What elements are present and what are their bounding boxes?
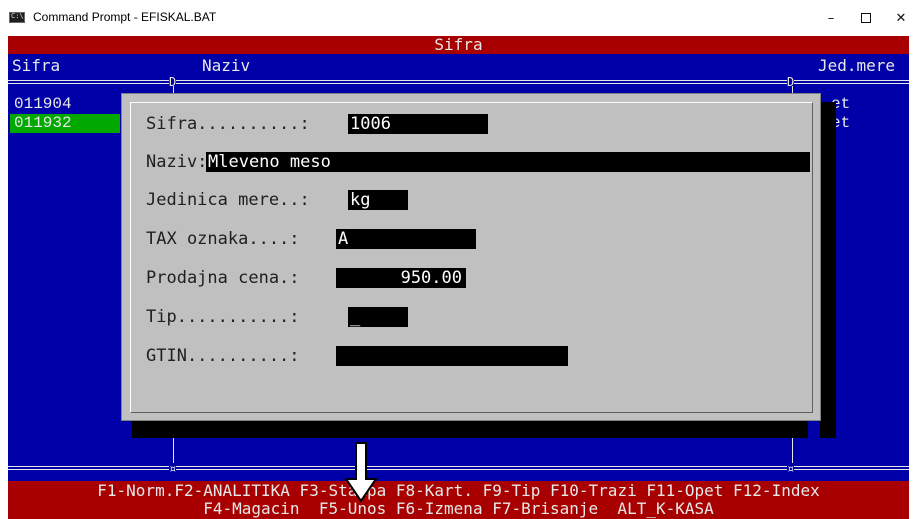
- maximize-button[interactable]: [848, 4, 884, 32]
- field-label-sifra: Sifra..........:: [146, 114, 310, 134]
- table-row-selected[interactable]: 011932: [10, 114, 120, 133]
- divider-junction: ¤: [169, 462, 177, 476]
- field-label-tax: TAX oznaka....:: [146, 229, 300, 249]
- divider-junction: D: [787, 75, 795, 89]
- close-icon: ✕: [895, 10, 907, 26]
- gtin-input[interactable]: [336, 346, 568, 366]
- field-label-jedinica: Jedinica mere..:: [146, 190, 310, 210]
- minimize-button[interactable]: –: [813, 4, 849, 32]
- header-bar: Sifra: [8, 36, 909, 54]
- window-frame: [909, 36, 917, 519]
- top-divider: [8, 80, 909, 84]
- divider-junction: ¤: [787, 462, 795, 476]
- column-header-naziv: Naziv: [202, 56, 251, 75]
- tip-input[interactable]: _: [348, 307, 408, 327]
- column-header-sifra: Sifra: [12, 56, 61, 75]
- item-edit-dialog: Sifra..........: 1006 Naziv: Mleveno mes…: [121, 93, 821, 421]
- minimize-icon: –: [827, 10, 835, 26]
- bottom-divider: [8, 466, 909, 470]
- maximize-icon: [861, 13, 871, 23]
- tax-oznaka-input[interactable]: A: [336, 229, 476, 249]
- field-label-cena: Prodajna cena.:: [146, 268, 300, 288]
- jedinica-mere-input[interactable]: kg: [348, 190, 408, 210]
- close-button[interactable]: ✕: [883, 4, 917, 32]
- field-label-naziv: Naziv:: [146, 152, 208, 172]
- prodajna-cena-input[interactable]: 950.00: [336, 268, 466, 288]
- window-titlebar: Command Prompt - EFISKAL.BAT – ✕: [0, 0, 917, 36]
- down-arrow-icon: [344, 442, 378, 503]
- menu-line-2[interactable]: F4-Magacin F5-Unos F6-Izmena F7-Brisanje…: [8, 500, 909, 518]
- field-label-gtin: GTIN..........:: [146, 346, 300, 366]
- dialog-inner-border: [130, 102, 813, 413]
- console-icon: [9, 12, 25, 23]
- header-title: Sifra: [434, 36, 483, 54]
- window-title: Command Prompt - EFISKAL.BAT: [33, 10, 217, 24]
- field-label-tip: Tip...........:: [146, 307, 300, 327]
- naziv-input[interactable]: Mleveno meso: [206, 152, 810, 172]
- table-row[interactable]: 011904: [10, 95, 120, 114]
- menu-line-1[interactable]: F1-Norm.F2-ANALITIKA F3-Stampa F8-Kart. …: [8, 482, 909, 500]
- console-area[interactable]: Sifra Sifra Naziv Jed.mere D D 011904 01…: [8, 36, 909, 519]
- sifra-input[interactable]: 1006: [348, 114, 488, 134]
- function-key-menu: F1-Norm.F2-ANALITIKA F3-Stampa F8-Kart. …: [8, 481, 909, 519]
- dialog-shadow: [820, 102, 836, 438]
- column-header-jedmere: Jed.mere: [818, 56, 896, 75]
